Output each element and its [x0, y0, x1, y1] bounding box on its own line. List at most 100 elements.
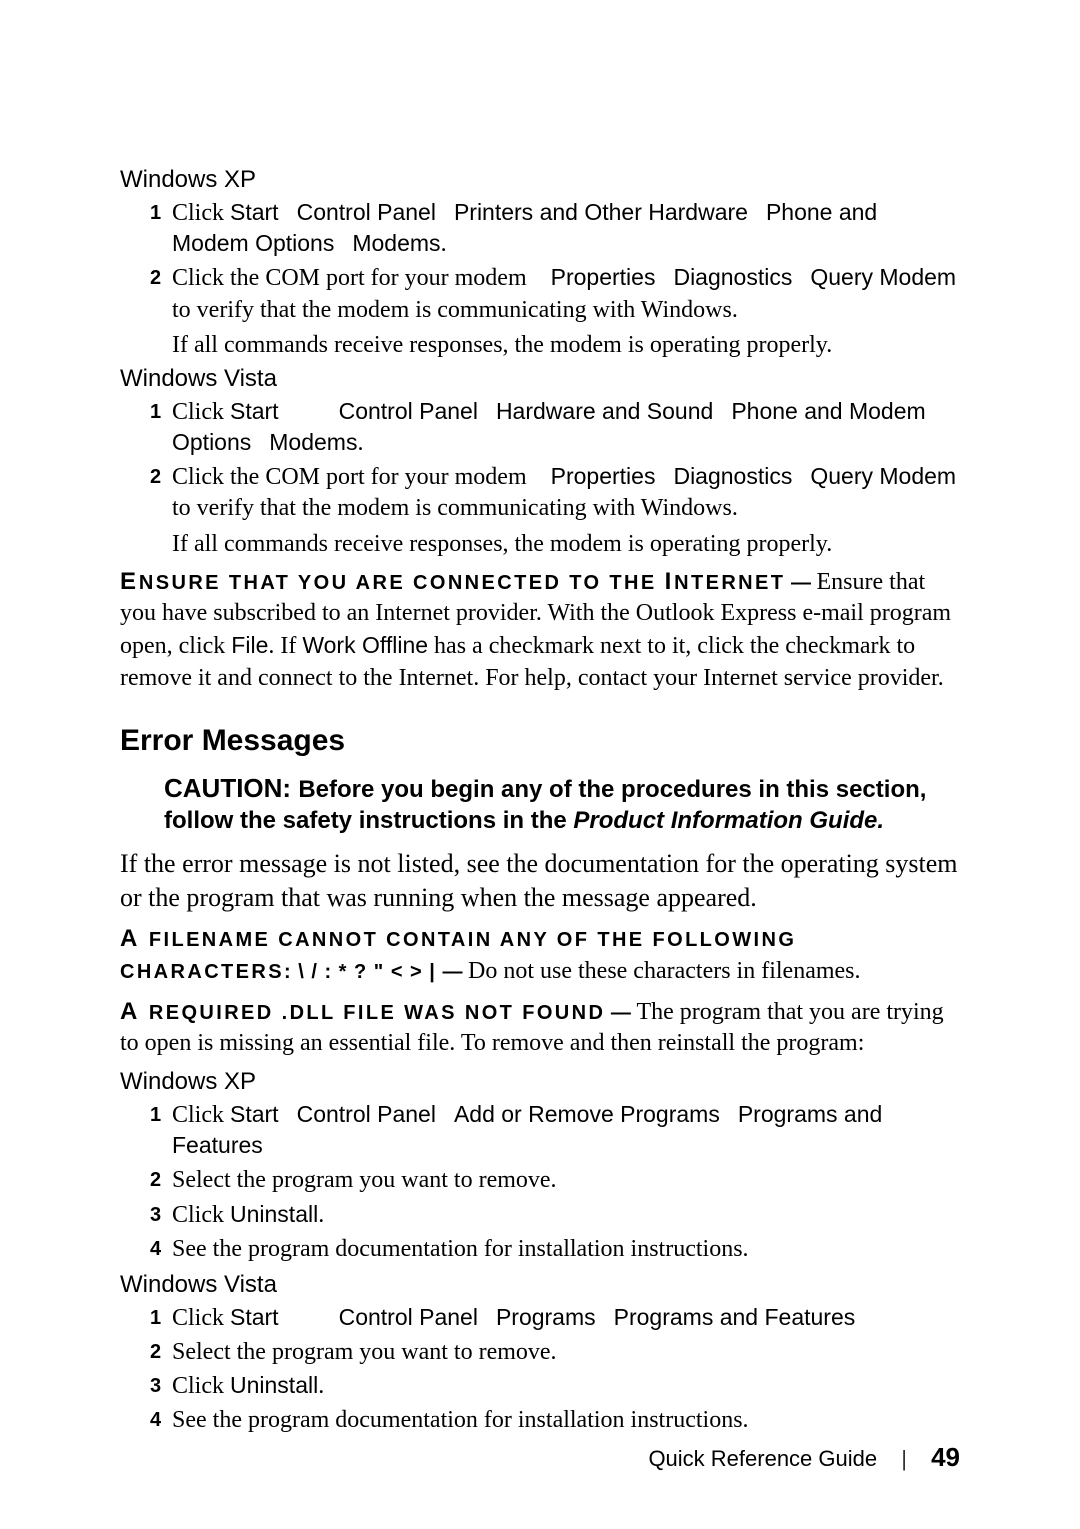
ui-term-file: File	[231, 632, 268, 658]
dash: —	[605, 1002, 636, 1024]
footer: Quick Reference Guide | 49	[648, 1442, 960, 1473]
ui-term: Control Panel	[297, 199, 436, 225]
os-heading-vista-1: Windows Vista	[120, 365, 960, 393]
step-text: Click	[172, 1202, 230, 1228]
step-text: Click	[172, 399, 230, 425]
dll-not-found-message: A REQUIRED .DLL FILE WAS NOT FOUND — The…	[120, 996, 960, 1060]
vista-modem-steps: 1 Click Start Control Panel Hardware and S…	[150, 397, 960, 525]
ui-term: Control Panel	[339, 1304, 478, 1330]
ui-term: Query Modem	[810, 463, 956, 489]
os-heading-vista-2: Windows Vista	[120, 1271, 960, 1299]
list-item: 3 Click Uninstall.	[150, 1200, 960, 1231]
step-suffix: .	[318, 1202, 324, 1228]
lead-cap: E	[120, 568, 139, 595]
step-text: See the program documentation for instal…	[172, 1236, 749, 1262]
list-item: 3 Click Uninstall.	[150, 1371, 960, 1402]
ui-term: Properties	[551, 463, 656, 489]
page-number: 49	[931, 1442, 960, 1472]
lead-text: NTERNET	[674, 572, 785, 594]
dash: —	[442, 961, 468, 983]
body-text: . If	[268, 633, 302, 659]
dll-term: .DLL	[282, 1002, 344, 1024]
ui-term: Programs	[496, 1304, 596, 1330]
ui-term: Diagnostics	[673, 264, 792, 290]
step-text: Click	[172, 1102, 230, 1128]
caution-block: CAUTION: Before you begin any of the pro…	[164, 772, 960, 836]
footer-divider: |	[901, 1446, 907, 1471]
list-item: 1 Click Start Control Panel Add or Remove …	[150, 1100, 960, 1162]
lead-cap: A	[120, 998, 149, 1025]
step-text: See the program documentation for instal…	[172, 1407, 749, 1433]
ui-term: Control Panel	[297, 1101, 436, 1127]
step-text: Click the COM port for your modem	[172, 265, 533, 291]
lead-text: FILE WAS NOT FOUND	[343, 1002, 605, 1024]
ui-term: Programs and Features	[614, 1304, 856, 1330]
ui-term-start: Start	[230, 398, 279, 424]
ui-term: Hardware and Sound	[496, 398, 713, 424]
xp-uninstall-steps: 1 Click Start Control Panel Add or Remove …	[150, 1100, 960, 1265]
step-suffix: to verify that the modem is communicatin…	[172, 297, 738, 323]
ui-term-uninstall: Uninstall	[230, 1372, 318, 1398]
step-suffix: .	[357, 430, 363, 456]
os-heading-xp-2: Windows XP	[120, 1068, 960, 1096]
characters: : \ / : * ? " < > |	[284, 961, 442, 983]
ui-term-uninstall: Uninstall	[230, 1201, 318, 1227]
ui-term-start: Start	[230, 1101, 279, 1127]
step-suffix: .	[441, 231, 447, 257]
lead-cap: I	[665, 568, 675, 595]
step-number: 2	[150, 1167, 161, 1193]
list-item: 4 See the program documentation for inst…	[150, 1405, 960, 1436]
list-item: 1 Click Start Control Panel Printers and O…	[150, 198, 960, 260]
error-intro-paragraph: If the error message is not listed, see …	[120, 847, 960, 916]
ui-term-work-offline: Work Offline	[302, 632, 428, 658]
lead-text: NSURE THAT YOU ARE CONNECTED TO THE	[139, 572, 665, 594]
caution-label: CAUTION:	[164, 773, 298, 803]
step-number: 1	[150, 1102, 161, 1128]
xp-modem-steps: 1 Click Start Control Panel Printers and O…	[150, 198, 960, 326]
step-text: Select the program you want to remove.	[172, 1167, 557, 1193]
dash: —	[785, 572, 816, 594]
section-heading-error-messages: Error Messages	[120, 724, 960, 758]
step-text: Click	[172, 1373, 230, 1399]
list-item: 2 Click the COM port for your modem Prop…	[150, 263, 960, 325]
step-number: 1	[150, 399, 161, 425]
step-text: Click	[172, 1305, 230, 1331]
body-text: Do not use these characters in filenames…	[468, 958, 861, 984]
ensure-internet-paragraph: ENSURE THAT YOU ARE CONNECTED TO THE INT…	[120, 566, 960, 695]
ui-term-start: Start	[230, 199, 279, 225]
step-number: 1	[150, 200, 161, 226]
ui-term: Modems	[352, 230, 440, 256]
step-number: 4	[150, 1407, 161, 1433]
list-item: 4 See the program documentation for inst…	[150, 1234, 960, 1265]
list-item: 2 Select the program you want to remove.	[150, 1337, 960, 1368]
step-number: 2	[150, 1339, 161, 1365]
step-number: 3	[150, 1373, 161, 1399]
step-text: Click	[172, 200, 230, 226]
step-text: Select the program you want to remove.	[172, 1339, 557, 1365]
footer-title: Quick Reference Guide	[648, 1446, 877, 1471]
filename-characters-message: A FILENAME CANNOT CONTAIN ANY OF THE FOL…	[120, 923, 960, 987]
step-number: 2	[150, 265, 161, 291]
lead-text: REQUIRED	[149, 1002, 282, 1024]
ui-term: Properties	[551, 264, 656, 290]
caution-italic: Product Information Guide.	[573, 807, 884, 834]
lead-cap: A	[120, 925, 149, 952]
step-suffix: .	[318, 1373, 324, 1399]
step-number: 2	[150, 464, 161, 490]
step-number: 3	[150, 1202, 161, 1228]
ui-term: Diagnostics	[673, 463, 792, 489]
vista-uninstall-steps: 1 Click StartControl PanelProgramsProgra…	[150, 1303, 960, 1437]
ui-term: Add or Remove Programs	[454, 1101, 720, 1127]
list-item: 1 Click StartControl PanelProgramsProgra…	[150, 1303, 960, 1334]
list-item: 2 Select the program you want to remove.	[150, 1165, 960, 1196]
result-text: If all commands receive responses, the m…	[172, 332, 960, 359]
list-item: 1 Click Start Control Panel Hardware and S…	[150, 397, 960, 459]
ui-term-start: Start	[230, 1304, 279, 1330]
ui-term: Query Modem	[810, 264, 956, 290]
page: Windows XP 1 Click Start Control Panel Pri…	[0, 0, 1080, 1529]
result-text: If all commands receive responses, the m…	[172, 531, 960, 558]
list-item: 2 Click the COM port for your modem Prop…	[150, 462, 960, 524]
ui-term: Printers and Other Hardware	[454, 199, 748, 225]
ui-term: Control Panel	[339, 398, 478, 424]
step-suffix: to verify that the modem is communicatin…	[172, 495, 738, 521]
